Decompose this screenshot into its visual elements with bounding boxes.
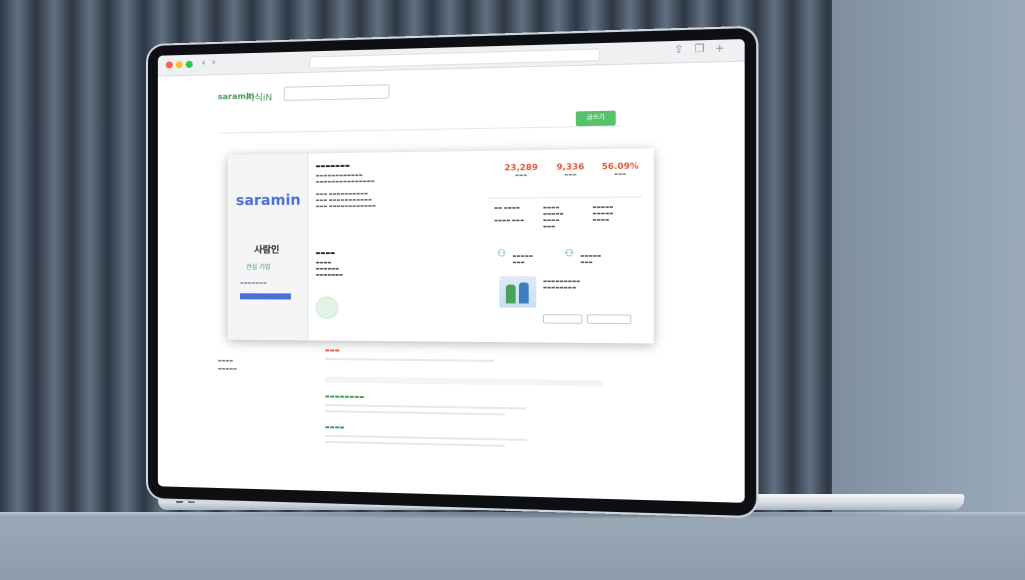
text-line	[324, 404, 527, 410]
company-info: ▬▬▬▬▬▬▬ ▬▬▬▬▬▬▬▬▬▬▬▬ ▬▬▬▬▬▬▬▬▬▬▬▬▬▬▬ ▬▬▬ ▬…	[316, 161, 506, 210]
share-icon[interactable]: ⇪	[674, 44, 683, 56]
info-title: ▬▬▬▬▬▬▬	[315, 163, 350, 170]
search-input[interactable]	[283, 84, 390, 101]
stat-value: 9,336	[556, 162, 585, 172]
stats-divider	[488, 196, 643, 199]
person-figure-icon	[518, 282, 529, 304]
stat-label: ▬▬▬	[564, 171, 577, 178]
browser-toolbar: ‹ › ⇪ ❐ +	[157, 38, 745, 77]
info-text: ▬▬▬▬▬▬▬▬▬▬▬▬ ▬▬▬▬▬▬▬▬▬▬▬▬▬▬▬ ▬▬▬ ▬▬▬▬▬▬▬▬▬…	[315, 172, 376, 209]
close-window-button[interactable]	[165, 61, 173, 69]
company-stats: 23,289 ▬▬▬ 9,336 ▬▬▬ 56.09% ▬▬▬	[499, 161, 642, 177]
avatar	[315, 296, 339, 320]
maximize-window-button[interactable]	[185, 60, 193, 68]
forward-icon[interactable]: ›	[212, 57, 216, 68]
text-line	[324, 410, 505, 416]
usb-port	[176, 500, 183, 503]
back-icon[interactable]: ‹	[202, 57, 206, 68]
follow-label: 관심 기업	[246, 263, 271, 271]
stat-item: 56.09% ▬▬▬	[598, 161, 643, 176]
stat-detail: ▬▬▬▬ ▬▬▬▬▬ ▬▬▬▬ ▬▬▬	[542, 204, 564, 229]
text-line	[324, 434, 527, 442]
write-button[interactable]: 글쓰기	[575, 110, 616, 127]
stat-label: ▬▬▬	[514, 172, 528, 178]
address-bar[interactable]	[309, 48, 601, 69]
stat-label: ▬▬▬	[613, 171, 627, 177]
company-profile-panel: saramin 사람인 관심 기업 ▬▬▬▬▬▬▬	[227, 153, 309, 341]
text-line	[324, 440, 505, 447]
promo-banner[interactable]: ▬▬▬▬▬▬▬▬▬ ▬▬▬▬▬▬▬▬	[499, 276, 642, 325]
related-heading: ▬▬▬▬	[315, 250, 336, 257]
profile-link[interactable]: ▬▬▬▬▬▬▬	[240, 280, 267, 285]
company-action-button[interactable]	[239, 293, 291, 300]
promo-illustration	[499, 276, 537, 308]
company-logo: saramin	[235, 192, 301, 210]
new-tab-icon[interactable]: +	[715, 43, 725, 55]
stat-value: 56.09%	[601, 161, 639, 172]
header-divider	[217, 125, 621, 134]
stat-item: 9,336 ▬▬▬	[548, 162, 592, 177]
promo-button[interactable]	[542, 314, 583, 324]
related-links: ▬▬▬▬ ▬▬▬▬ ▬▬▬▬▬▬ ▬▬▬▬▬▬▬	[316, 250, 343, 278]
user-add-icon: ⚇	[564, 248, 574, 260]
stat-detail: ▬▬▬▬▬ ▬▬▬	[580, 252, 602, 265]
sidebar-links: ▬▬▬▬ ▬▬▬▬▬	[218, 357, 237, 373]
laptop-lid: ‹ › ⇪ ❐ + saramin 지식iN 글쓰기 saramin 사람인 관…	[148, 27, 757, 517]
promo-button[interactable]	[586, 314, 632, 325]
company-popup-card: saramin 사람인 관심 기업 ▬▬▬▬▬▬▬ ▬▬▬▬▬▬▬ ▬▬▬▬▬▬…	[227, 148, 654, 344]
sidebar-link[interactable]: ▬▬▬▬	[218, 357, 237, 365]
promo-text: ▬▬▬▬▬▬▬▬▬ ▬▬▬▬▬▬▬▬	[542, 278, 581, 290]
minimize-window-button[interactable]	[175, 61, 183, 69]
follow-button[interactable]: 관심 기업	[246, 262, 270, 271]
stat-detail: ▬▬▬▬▬ ▬▬▬	[512, 253, 533, 265]
section-heading: ▬▬▬	[324, 347, 340, 355]
company-name: 사람인	[254, 245, 280, 256]
background-wall-right	[832, 0, 1025, 515]
stat-item: 23,289 ▬▬▬	[499, 163, 542, 178]
tabs-icon[interactable]: ❐	[694, 43, 704, 55]
stat-detail: ▬▬ ▬▬▬▬ ▬▬▬▬ ▬▬▬	[493, 204, 525, 223]
site-logo-sub[interactable]: 지식iN	[246, 90, 272, 104]
answer-heading: ▬▬▬▬▬▬▬▬	[324, 393, 365, 401]
shelf	[0, 515, 1025, 580]
stat-detail: ▬▬▬▬▬ ▬▬▬▬▬ ▬▬▬▬	[592, 204, 614, 223]
stat-value: 23,289	[504, 162, 538, 173]
answer-heading: ▬▬▬▬	[324, 424, 345, 432]
sidebar-link[interactable]: ▬▬▬▬▬	[218, 365, 237, 373]
usb-port	[188, 500, 195, 503]
text-line	[324, 357, 494, 362]
laptop-screen: ‹ › ⇪ ❐ + saramin 지식iN 글쓰기 saramin 사람인 관…	[157, 38, 745, 503]
user-icon: ⚇	[497, 248, 506, 260]
related-link[interactable]: ▬▬▬▬▬▬▬	[316, 272, 343, 278]
person-figure-icon	[505, 284, 516, 304]
table-header	[324, 376, 604, 387]
